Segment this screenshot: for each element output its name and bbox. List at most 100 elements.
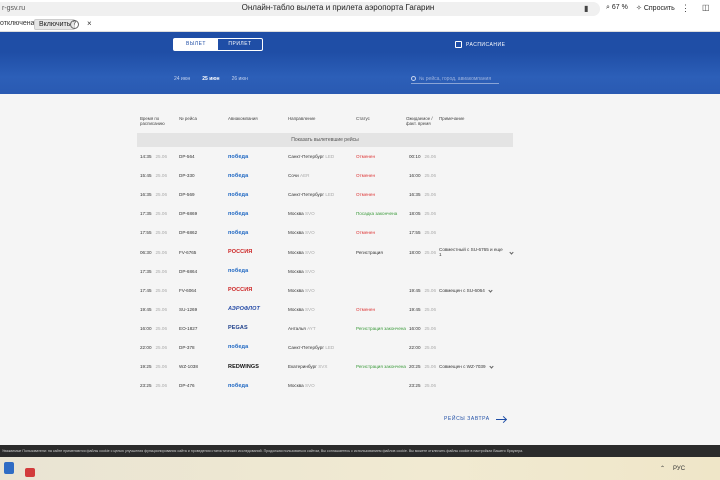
help-icon[interactable]: ? [70, 20, 79, 29]
note: Совмещен с SU-6064 [439, 288, 513, 293]
date: 25.06 [424, 306, 437, 312]
search-placeholder: № рейса, город, авиакомпания [419, 75, 492, 82]
app-icon[interactable] [4, 462, 14, 474]
destination: Москва SVO [288, 288, 356, 293]
flight-number: DP-6864 [179, 268, 198, 274]
flight-search[interactable]: № рейса, город, авиакомпания [411, 74, 499, 84]
date: 25.06 [155, 287, 168, 293]
destination-code: SVO [304, 287, 315, 293]
date: 25.06 [424, 325, 437, 331]
date: 25.06 [155, 173, 168, 179]
close-icon[interactable]: × [87, 19, 92, 28]
table-row[interactable]: 17:45 25.06 FV-6064 РОССИЯ Москва SVO 19:45 2… [137, 281, 513, 300]
menu-icon[interactable]: ⋮ [681, 3, 690, 14]
destination-city: Екатеринбург [288, 364, 317, 370]
zoom-indicator[interactable]: ⌕ 67 % [606, 4, 628, 12]
tab-arrival[interactable]: прилет [218, 39, 262, 50]
table-row[interactable]: 15:45 25.06 DP-330 победа Сочи AER Отменен 16:… [137, 166, 513, 185]
header-background [0, 52, 720, 94]
date: 25.06 [155, 383, 168, 389]
table-row[interactable]: 06:30 25.06 FV-6765 РОССИЯ Москва SVO Регистр… [137, 242, 514, 261]
chevron-up-icon[interactable]: ⌃ [660, 465, 665, 472]
taskbar [0, 457, 720, 480]
airline-logo: победа [228, 192, 288, 198]
time: 14:35 [140, 154, 152, 160]
date-prev[interactable]: 24 июн [174, 76, 190, 82]
schedule-label: расписание [466, 41, 506, 48]
arrow-right-icon [495, 418, 506, 420]
col-note: Примечание [439, 116, 465, 121]
airline-name: победа [228, 229, 249, 236]
airline-logo: REDWINGS [228, 364, 288, 370]
chevron-down-icon[interactable] [488, 288, 493, 293]
tomorrow-link[interactable]: рейсы завтра [444, 416, 506, 422]
date: 25.06 [424, 192, 437, 198]
time: 06:30 [140, 249, 152, 255]
time: 19:25 [140, 364, 152, 370]
destination-city: Москва [288, 249, 304, 255]
ask-label: Спросить [643, 5, 675, 12]
table-row[interactable]: 23:25 25.06 DP-476 победа Москва SVO 23:25 25… [137, 376, 513, 395]
destination-city: Анталья [288, 325, 306, 331]
table-row[interactable]: 16:35 25.06 DP-569 победа Санкт-Петербург LE… [137, 185, 513, 204]
destination-code: SVO [304, 211, 315, 217]
airline-logo: победа [228, 154, 288, 160]
time: 17:55 [409, 230, 421, 236]
airline-name: РОССИЯ [228, 249, 253, 256]
scheduled-time: 15:45 25.06 [137, 173, 179, 178]
actual-time: 23:25 25.06 [406, 383, 439, 388]
time: 20:25 [409, 364, 421, 370]
flight-number: SU-1269 [179, 306, 198, 312]
destination-code: LED [325, 344, 335, 350]
date-next[interactable]: 26 июн [232, 76, 248, 82]
sparkle-icon: ✧ [636, 5, 642, 12]
chevron-down-icon[interactable] [488, 364, 494, 369]
destination-code: SVO [304, 383, 315, 389]
date: 25.06 [424, 249, 437, 255]
airline-name: победа [228, 382, 249, 389]
table-row[interactable]: 16:00 25.06 EO-1827 PEGAS Анталья AYT Регистр… [137, 319, 513, 338]
destination: Санкт-Петербург LED [288, 154, 356, 159]
actual-time: 16:35 25.06 [406, 192, 439, 197]
bookmark-icon[interactable]: ▮ [584, 4, 588, 13]
scheduled-time: 16:00 25.06 [137, 326, 179, 331]
date-current[interactable]: 25 июн [202, 76, 219, 82]
table-row[interactable]: 17:35 25.06 DP-6864 победа Москва SVO [137, 262, 513, 281]
destination-code: SVO [304, 268, 315, 274]
app-icon[interactable] [25, 468, 35, 477]
status: Регистрация закончена [356, 364, 406, 370]
destination: Москва SVO [288, 269, 356, 274]
table-row[interactable]: 17:35 25.06 DP-6869 победа Москва SVO Посадка… [137, 204, 513, 223]
table-row[interactable]: 22:00 25.06 DP-378 победа Санкт-Петербург LE… [137, 338, 513, 357]
status: Регистрация закончена [356, 325, 406, 331]
chevron-down-icon[interactable] [509, 249, 514, 255]
date: 25.06 [155, 306, 168, 312]
schedule-link[interactable]: расписание [455, 41, 505, 48]
scheduled-time: 16:35 25.06 [137, 192, 179, 197]
sidebar-icon[interactable]: ◫ [702, 3, 710, 12]
time: 00:10 [409, 154, 421, 160]
col-flight: № рейса [179, 116, 197, 121]
table-row[interactable]: 19:45 25.06 SU-1269 АЭРОФЛОТ Москва SVO Отмен… [137, 300, 513, 319]
airline-name: победа [228, 210, 249, 217]
direction-switch: вылет прилет [173, 38, 263, 51]
destination-city: Санкт-Петербург [288, 154, 325, 160]
col-actual: Ожидаемое / факт. время [406, 116, 433, 126]
language-indicator[interactable]: РУС [673, 466, 685, 472]
time: 23:25 [140, 383, 152, 389]
system-tray: ⌃ РУС [660, 465, 685, 473]
airline-name: победа [228, 172, 249, 179]
table-row[interactable]: 19:25 25.06 WZ-1038 REDWINGS Екатеринбург SV… [137, 357, 513, 376]
destination-code: AER [300, 173, 310, 179]
destination-code: AYT [307, 325, 316, 331]
table-row[interactable]: 17:55 25.06 DP-6862 победа Москва SVO Отменен… [137, 223, 513, 242]
show-previous-button[interactable]: Показать вылетевшие рейсы [137, 133, 513, 147]
ask-button[interactable]: ✧ Спросить [636, 4, 675, 12]
tab-departure[interactable]: вылет [174, 39, 218, 50]
table-row[interactable]: 14:35 25.06 DP-564 победа Санкт-Петербург LE… [137, 147, 513, 166]
scheduled-time: 22:00 25.06 [137, 345, 179, 350]
actual-time: 16:00 25.06 [406, 326, 439, 331]
destination-code: LED [325, 192, 335, 198]
destination: Санкт-Петербург LED [288, 345, 356, 350]
flight-number: WZ-1038 [179, 364, 198, 370]
